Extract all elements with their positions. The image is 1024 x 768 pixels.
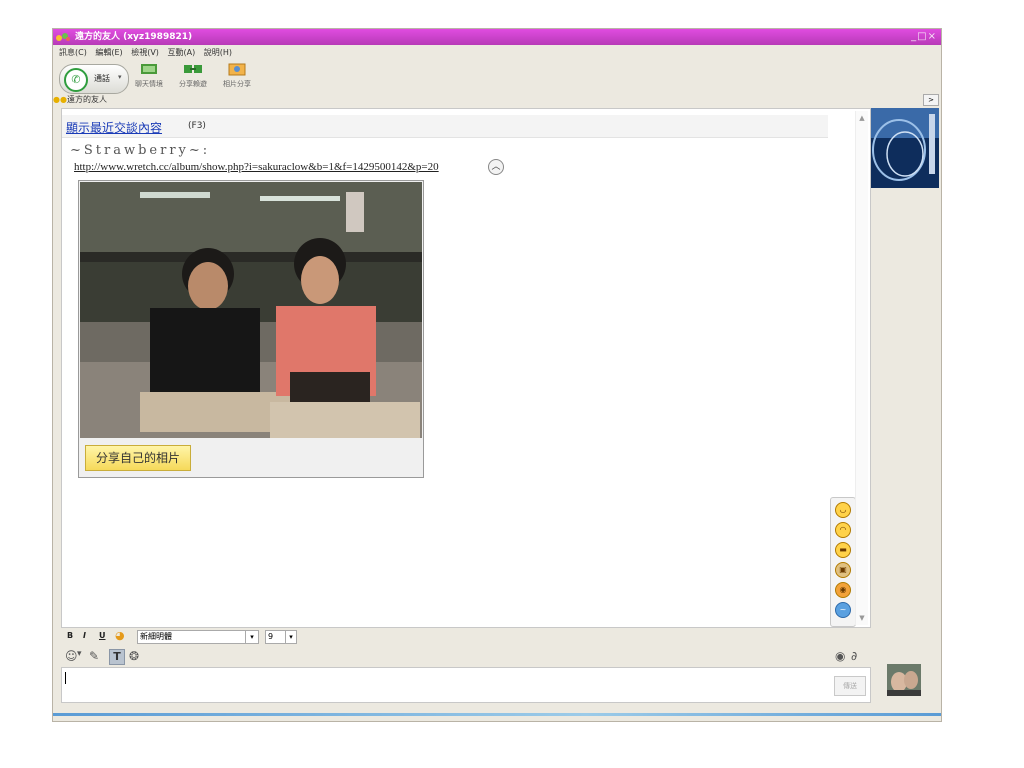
emoticon-icon[interactable]: ☺ — [65, 649, 78, 663]
chat-scene-icon — [141, 64, 157, 74]
chat-window: 遠方的友人 (xyz1989821) _□× 訊息(C) 編輯(E) 檢視(V)… — [52, 28, 942, 722]
status-strip — [53, 713, 941, 716]
menu-view[interactable]: 檢視(V) — [131, 48, 159, 57]
info-emo-icon[interactable]: ~ — [835, 602, 851, 618]
share-photo-button[interactable]: 分享自己的相片 — [85, 445, 191, 471]
message-sender: ~Strawberry~: — [70, 143, 211, 158]
camera-emo-icon[interactable]: ◉ — [835, 582, 851, 598]
photo-share-button[interactable]: 相片分享 — [223, 63, 251, 89]
scroll-down-icon[interactable]: ▼ — [857, 613, 867, 623]
format-toolbar: B I U ◕ 新細明體 ▾ 9 ▾ — [61, 628, 869, 646]
share-game-button[interactable]: 分享賴遊 — [179, 63, 207, 89]
gift-emo-icon[interactable]: ▣ — [835, 562, 851, 578]
chevron-down-icon[interactable]: ▾ — [245, 631, 258, 643]
font-size-select[interactable]: 9 ▾ — [265, 630, 297, 644]
font-name: 新細明體 — [140, 632, 172, 641]
send-button[interactable]: 傳送 — [834, 676, 866, 696]
chat-history: 顯示最近交談內容 (F3) ~Strawberry~: http://www.w… — [61, 108, 871, 628]
phone-icon: ✆ — [64, 68, 88, 92]
share-game-label: 分享賴遊 — [179, 80, 207, 88]
font-select[interactable]: 新細明體 ▾ — [137, 630, 259, 644]
expand-button[interactable]: > — [923, 94, 939, 106]
cool-emo-icon[interactable]: ▬ — [835, 542, 851, 558]
webcam-icon[interactable]: ◉ — [835, 649, 845, 663]
message-url-link[interactable]: http://www.wretch.cc/album/show.php?i=sa… — [74, 161, 439, 173]
contact-name: 遠方的友人 — [67, 95, 107, 104]
nudge-icon[interactable]: ✎ — [89, 649, 99, 663]
buzz-icon[interactable]: ❂ — [129, 649, 139, 663]
photo-preview: 分享自己的相片 — [78, 180, 424, 478]
menu-edit[interactable]: 編輯(E) — [95, 48, 122, 57]
chevron-down-icon[interactable]: ▾ — [77, 649, 82, 659]
menu-help[interactable]: 說明(H) — [204, 48, 232, 57]
my-avatar[interactable] — [887, 664, 921, 696]
photo-share-label: 相片分享 — [223, 80, 251, 88]
history-link[interactable]: 顯示最近交談內容 — [66, 119, 162, 136]
chat-scrollbar[interactable]: ▲ ▼ — [855, 111, 868, 625]
messenger-logo-icon — [56, 33, 70, 41]
window-title: 遠方的友人 (xyz1989821) — [75, 32, 193, 42]
scroll-up-icon[interactable]: ▲ — [857, 113, 867, 123]
photo-share-icon — [228, 63, 246, 76]
window-controls[interactable]: _□× — [911, 29, 937, 45]
collapse-preview-icon[interactable]: ︿ — [488, 159, 504, 175]
toolbar: ✆ 通話 ▾ 聊天情境 分享賴遊 相片分享 — [53, 61, 941, 95]
chat-scene-label: 聊天情境 — [135, 80, 163, 88]
chat-scene-button[interactable]: 聊天情境 — [135, 63, 163, 89]
title-bar[interactable]: 遠方的友人 (xyz1989821) _□× — [53, 29, 941, 45]
italic-button[interactable]: I — [83, 631, 86, 640]
contact-line: ●●遠方的友人 — [53, 94, 941, 106]
grin-emo-icon[interactable]: ◠ — [835, 522, 851, 538]
text-format-icon[interactable]: T — [109, 649, 125, 665]
message-input[interactable]: 傳送 — [61, 667, 871, 703]
menu-interact[interactable]: 互動(A) — [167, 48, 195, 57]
chat-history-header — [62, 115, 828, 138]
call-button[interactable]: ✆ 通話 ▾ — [59, 64, 129, 94]
sidebar — [871, 108, 939, 708]
font-size: 9 — [268, 632, 274, 641]
share-game-icon — [184, 65, 202, 73]
font-color-icon[interactable]: ◕ — [115, 629, 125, 642]
chevron-down-icon[interactable]: ▾ — [285, 631, 296, 643]
menu-bar: 訊息(C) 編輯(E) 檢視(V) 互動(A) 說明(H) — [53, 46, 941, 60]
history-shortcut: (F3) — [188, 121, 206, 131]
chevron-down-icon[interactable]: ▾ — [118, 73, 122, 81]
underline-button[interactable]: U — [99, 631, 106, 640]
emoticon-panel: ◡ ◠ ▬ ▣ ◉ ~ — [830, 497, 856, 627]
smile-emo-icon[interactable]: ◡ — [835, 502, 851, 518]
contact-status-icon: ●● — [53, 95, 67, 104]
input-icon-bar: ☺ ▾ ✎ T ❂ ◉ ∂ — [61, 648, 869, 666]
shared-photo[interactable] — [80, 182, 422, 438]
bold-button[interactable]: B — [67, 631, 73, 640]
text-caret — [65, 672, 66, 684]
attachment-icon[interactable]: ∂ — [851, 649, 857, 663]
call-label: 通話 — [94, 74, 110, 83]
contact-avatar[interactable] — [871, 108, 939, 188]
menu-message[interactable]: 訊息(C) — [59, 48, 87, 57]
